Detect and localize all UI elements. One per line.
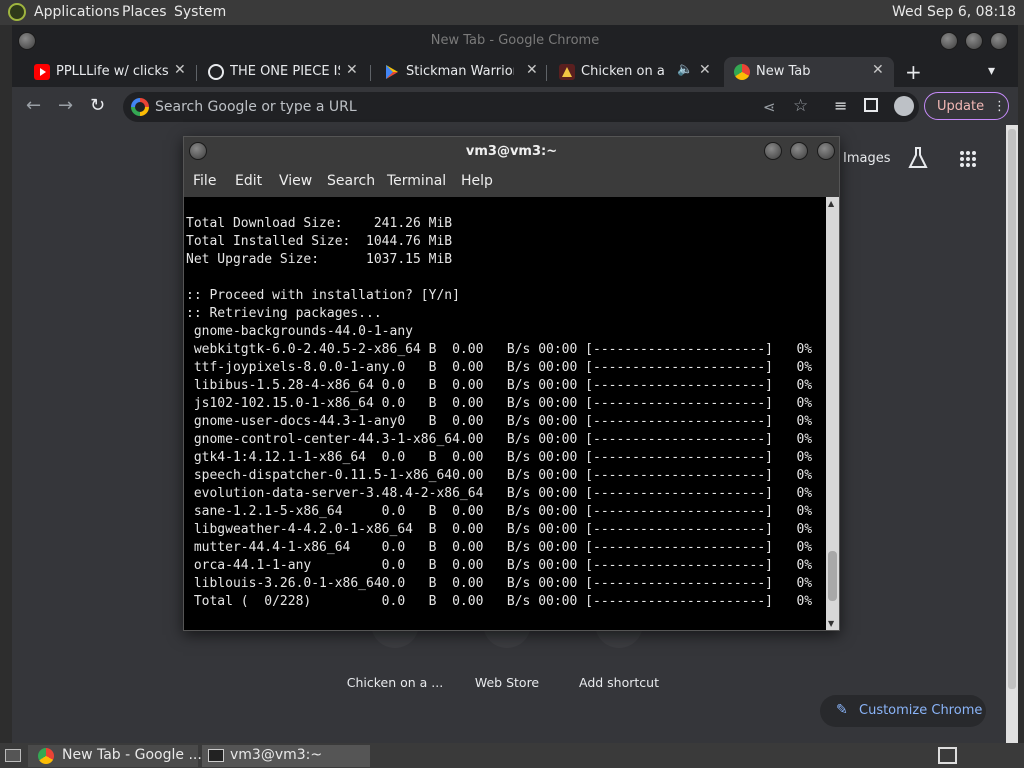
labs-flask-icon[interactable] — [908, 147, 928, 169]
back-arrow-icon[interactable]: ← — [26, 96, 41, 116]
chicken-icon — [559, 64, 575, 80]
omnibox[interactable]: ⋖ ☆ — [123, 92, 919, 122]
close-tab-icon[interactable]: ✕ — [699, 62, 711, 78]
chrome-icon — [38, 748, 54, 764]
bottom-panel: New Tab - Google ... vm3@vm3:~ — [0, 743, 1024, 768]
scroll-down-arrow-icon[interactable]: ▼ — [828, 619, 834, 628]
terminal-text: Total Download Size: 241.26 MiB Total In… — [186, 216, 813, 609]
close-button[interactable] — [990, 32, 1008, 50]
forward-arrow-icon[interactable]: → — [58, 96, 73, 116]
share-icon[interactable]: ⋖ — [763, 97, 776, 117]
pencil-icon: ✎ — [836, 702, 848, 718]
tab-new-tab[interactable]: New Tab ✕ — [724, 57, 894, 87]
tab-chicken-on-a-raft[interactable]: Chicken on a Ra 🔈 ✕ — [549, 57, 721, 87]
window-title: New Tab - Google Chrome — [430, 33, 600, 48]
task-label: New Tab - Google ... — [62, 747, 202, 763]
tab-title: Stickman Warriors — [406, 64, 514, 79]
customize-label: Customize Chrome — [859, 703, 983, 718]
system-menu[interactable]: System — [174, 4, 226, 20]
terminal-titlebar[interactable]: vm3@vm3:~ — [184, 137, 839, 167]
tab-title: THE ONE PIECE IS — [230, 64, 340, 79]
show-desktop-button[interactable] — [2, 745, 24, 767]
terminal-scrollbar-thumb[interactable] — [828, 551, 837, 601]
maximize-button[interactable] — [790, 142, 808, 160]
clock[interactable]: Wed Sep 6, 08:18 — [892, 4, 1016, 20]
tab-one-piece[interactable]: THE ONE PIECE IS ✕ — [198, 57, 364, 87]
chrome-titlebar[interactable]: New Tab - Google Chrome — [12, 25, 1018, 57]
terminal-menubar: File Edit View Search Terminal Help — [184, 167, 839, 197]
terminal-window: vm3@vm3:~ File Edit View Search Terminal… — [183, 136, 840, 631]
page-scrollbar-thumb[interactable] — [1008, 129, 1016, 689]
tab-title: New Tab — [756, 64, 811, 79]
chrome-icon — [734, 64, 750, 80]
terminal-title: vm3@vm3:~ — [465, 144, 558, 159]
reload-icon[interactable]: ↻ — [90, 96, 105, 116]
workspace-switcher[interactable] — [938, 745, 958, 767]
desktop-icon — [5, 749, 21, 762]
search-input[interactable] — [155, 96, 715, 118]
close-tab-icon[interactable]: ✕ — [346, 62, 358, 78]
menu-edit[interactable]: Edit — [235, 173, 262, 189]
tab-title: PPLLLife w/ clicks | — [56, 64, 174, 79]
close-tab-icon[interactable]: ✕ — [872, 62, 884, 78]
shortcut-label: Chicken on a ... — [346, 675, 444, 690]
update-button[interactable]: Update ⋮ — [924, 92, 1009, 120]
update-label: Update — [937, 99, 985, 114]
task-label: vm3@vm3:~ — [230, 747, 323, 763]
media-queue-icon[interactable]: ≡ — [834, 96, 847, 116]
minimize-button[interactable] — [764, 142, 782, 160]
toolbar: ← → ↻ ⋖ ☆ ≡ Update ⋮ — [12, 87, 1018, 125]
tab-separator — [546, 65, 547, 81]
terminal-icon — [208, 749, 224, 762]
youtube-icon — [34, 64, 50, 80]
maximize-button[interactable] — [965, 32, 983, 50]
close-button[interactable] — [817, 142, 835, 160]
profile-avatar-icon[interactable] — [894, 96, 914, 116]
play-store-icon — [384, 64, 400, 80]
tab-stickman-warriors[interactable]: Stickman Warriors ✕ — [374, 57, 544, 87]
menu-view[interactable]: View — [279, 173, 312, 189]
shortcut-label: Web Store — [474, 675, 540, 690]
applications-menu[interactable]: Applications — [34, 4, 120, 20]
globe-icon — [208, 64, 224, 80]
bookmark-star-icon[interactable]: ☆ — [793, 96, 808, 116]
terminal-output[interactable]: Total Download Size: 241.26 MiB Total In… — [184, 197, 827, 630]
tab-search-chevron-icon[interactable]: ▾ — [988, 63, 995, 79]
menu-help[interactable]: Help — [461, 173, 493, 189]
terminal-scrollbar[interactable]: ▲ ▼ — [826, 197, 839, 630]
side-panel-icon[interactable] — [864, 98, 878, 112]
menu-file[interactable]: File — [193, 173, 216, 189]
images-link[interactable]: Images — [843, 151, 891, 166]
menu-search[interactable]: Search — [327, 173, 375, 189]
tab-title: Chicken on a Ra — [581, 64, 667, 79]
new-tab-plus-icon[interactable]: + — [905, 60, 922, 84]
scroll-up-arrow-icon[interactable]: ▲ — [828, 199, 834, 208]
kebab-menu-icon[interactable]: ⋮ — [993, 99, 1006, 114]
customize-chrome-button[interactable]: ✎ Customize Chrome — [820, 695, 986, 727]
places-menu[interactable]: Places — [122, 4, 167, 20]
minimize-button[interactable] — [940, 32, 958, 50]
page-scrollbar[interactable] — [1006, 125, 1018, 743]
tab-ppllife[interactable]: PPLLLife w/ clicks | ✕ — [24, 57, 190, 87]
google-g-icon — [131, 98, 149, 116]
task-chrome[interactable]: New Tab - Google ... — [28, 745, 202, 767]
shortcut-label: Add shortcut — [579, 675, 659, 690]
close-tab-icon[interactable]: ✕ — [526, 62, 538, 78]
workspace-icon — [938, 747, 957, 764]
menu-terminal[interactable]: Terminal — [387, 173, 446, 189]
top-panel: Applications Places System Wed Sep 6, 08… — [0, 0, 1024, 25]
tab-strip: PPLLLife w/ clicks | ✕ THE ONE PIECE IS … — [12, 57, 1018, 87]
apps-grid-icon[interactable] — [959, 150, 977, 168]
tab-separator — [196, 65, 197, 81]
distro-logo-icon[interactable] — [8, 3, 26, 21]
task-terminal[interactable]: vm3@vm3:~ — [202, 745, 370, 767]
tab-separator — [370, 65, 371, 81]
close-tab-icon[interactable]: ✕ — [174, 62, 186, 78]
speaker-icon[interactable]: 🔈 — [677, 62, 693, 77]
